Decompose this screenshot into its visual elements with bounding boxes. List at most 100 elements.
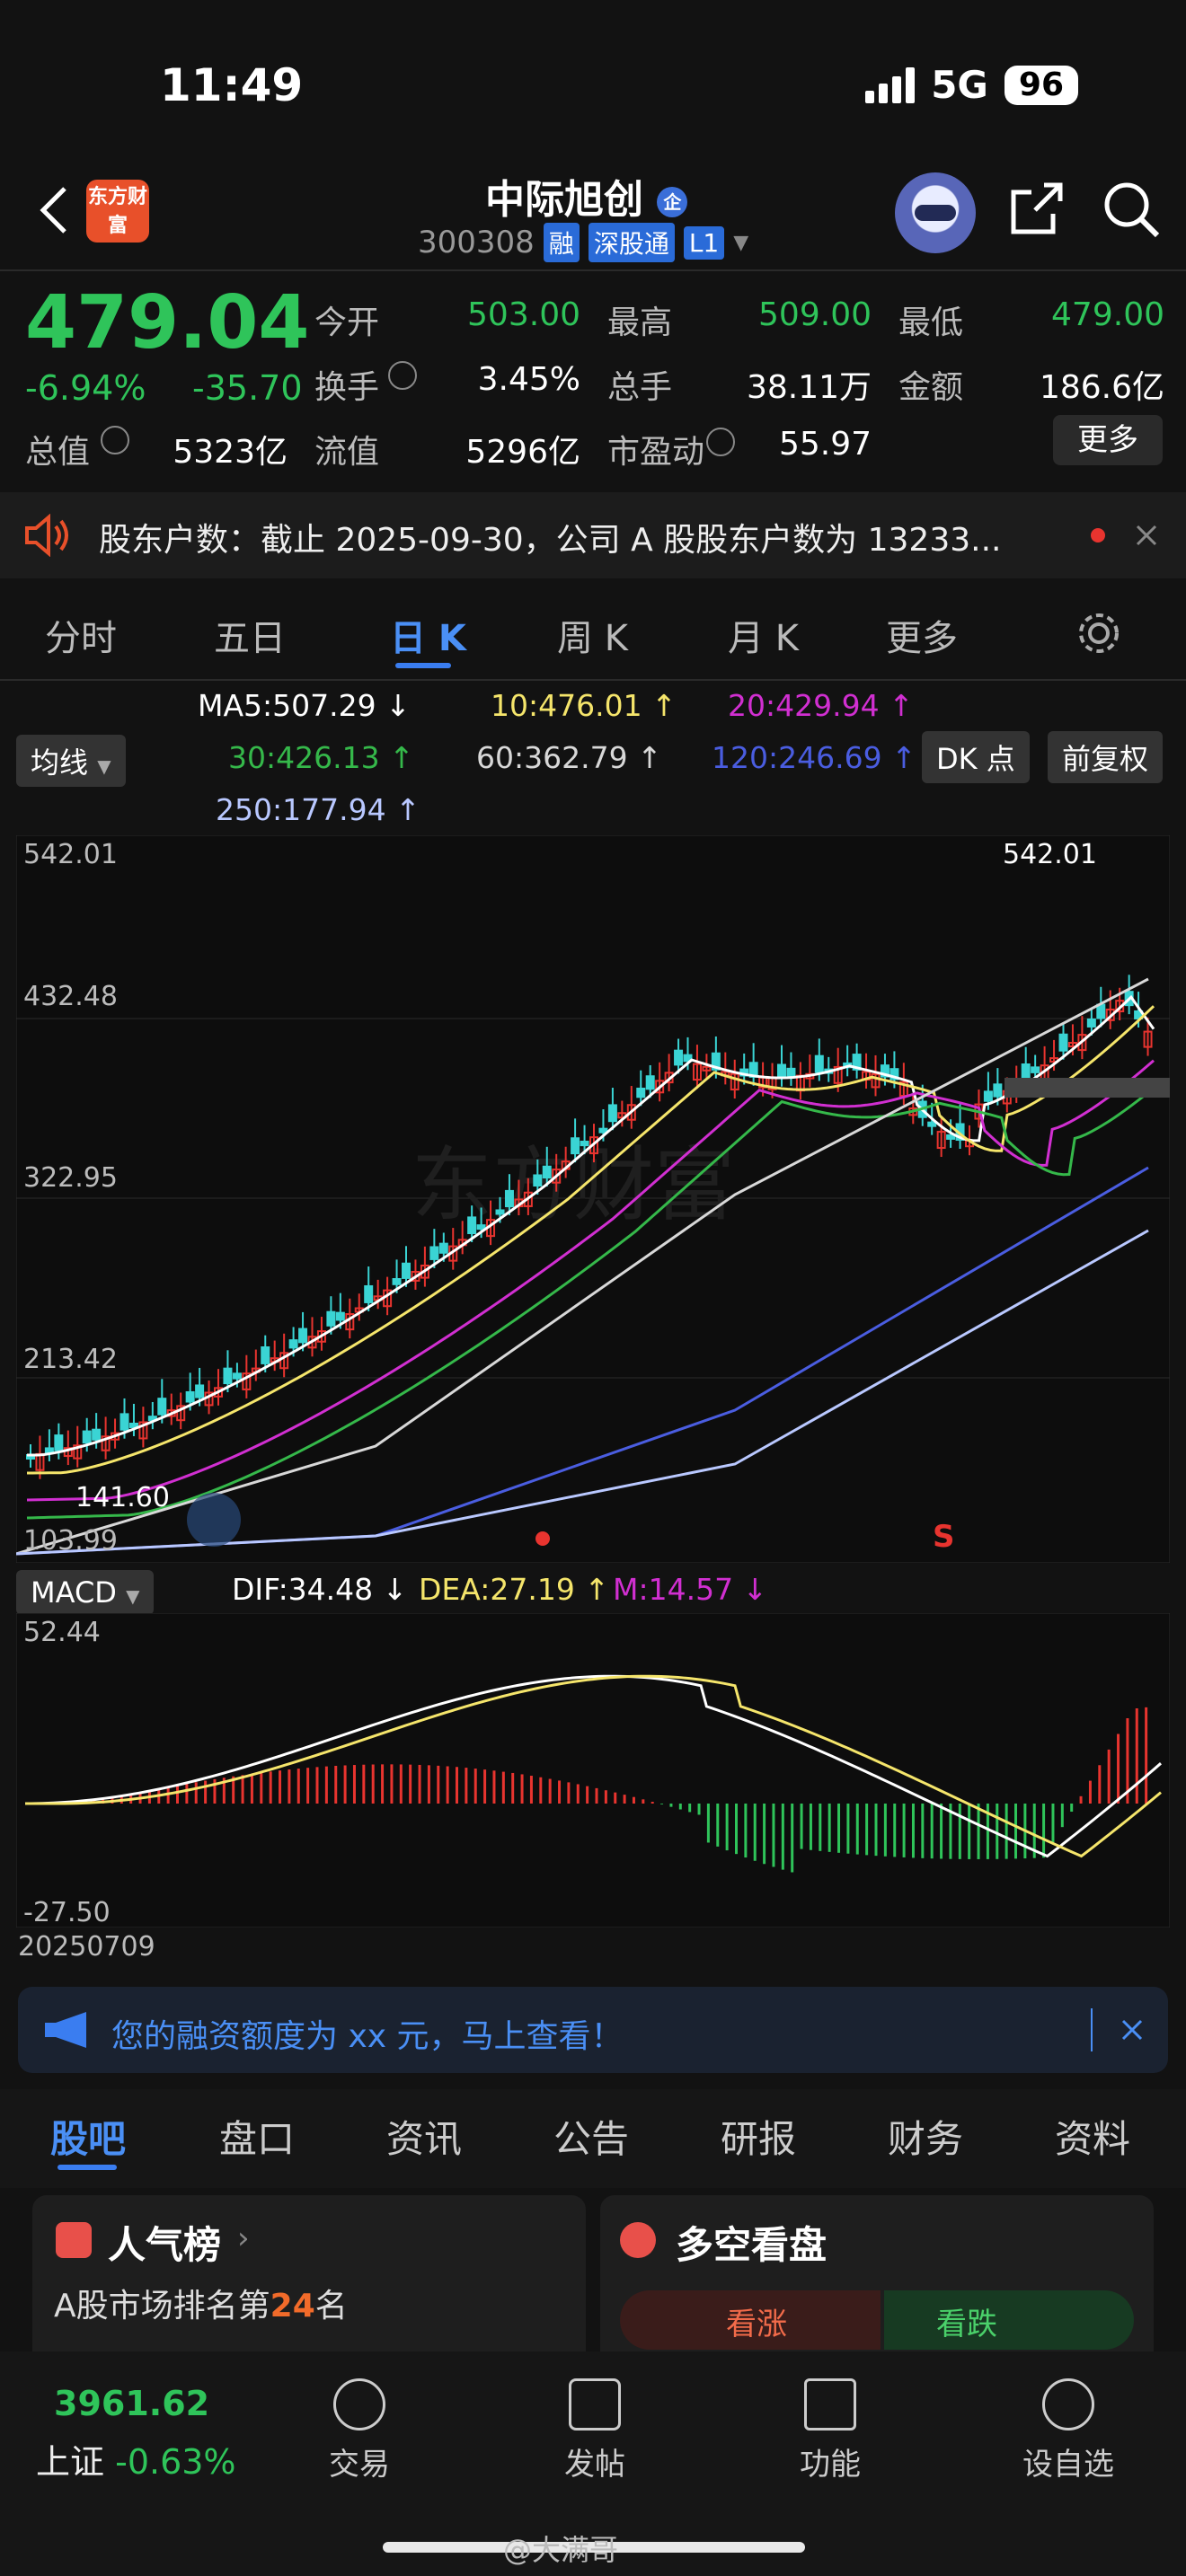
notice-bar[interactable]: 股东户数：截止 2025-09-30，公司 A 股股东户数为 13233... xyxy=(0,492,1186,578)
bearish-button[interactable]: 看跌 xyxy=(884,2290,1134,2350)
margin-badge: 融 xyxy=(543,223,580,262)
bullish-button[interactable]: 看涨 xyxy=(620,2290,881,2350)
candle xyxy=(814,1054,824,1073)
add-watchlist-button[interactable]: 设自选 xyxy=(1010,2378,1127,2483)
rank-number: 24 xyxy=(270,2288,315,2325)
adjust-button[interactable]: 前复权 xyxy=(1048,731,1164,783)
macd-chart[interactable] xyxy=(16,1613,1170,1928)
dif-label: DIF:34.48 ↓ xyxy=(232,1572,408,1607)
bottom-toolbar: 3961.62 上证 -0.63% 交易 发帖 功能 设自选 @大满哥 xyxy=(0,2351,1186,2576)
ma30-label: 30:426.13 ↑ xyxy=(228,740,414,775)
close-icon[interactable] xyxy=(1134,523,1159,548)
info-icon[interactable] xyxy=(706,428,735,456)
ma-selector[interactable]: 均线 ▼ xyxy=(16,735,126,787)
robot-avatar[interactable] xyxy=(895,172,976,253)
y-tick-2: 432.48 xyxy=(23,981,118,1012)
current-price: 479.04 xyxy=(25,280,310,366)
app-logo[interactable]: 东方财富 xyxy=(86,180,149,243)
index-value: 3961.62 xyxy=(54,2384,210,2423)
tab-intraday[interactable]: 分时 xyxy=(45,609,117,661)
candle xyxy=(429,1246,439,1260)
open-value: 503.00 xyxy=(467,296,580,333)
tab-news[interactable]: 资讯 xyxy=(386,2109,462,2164)
indicator-selector-label: MACD xyxy=(31,1575,117,1610)
candle xyxy=(533,1174,543,1187)
expand-chart-icon[interactable] xyxy=(187,1493,241,1547)
close-icon[interactable] xyxy=(1120,2017,1145,2042)
ma-selector-label: 均线 xyxy=(31,745,89,780)
back-button[interactable] xyxy=(36,183,72,237)
index-name: 上证 xyxy=(36,2442,105,2482)
pe-value: 55.97 xyxy=(778,426,872,463)
candle xyxy=(44,1447,54,1454)
max-price-label: 542.01 xyxy=(1003,839,1097,870)
post-button[interactable]: 发帖 xyxy=(550,2378,640,2483)
tab-monthly-k[interactable]: 月 K xyxy=(728,609,799,661)
divider xyxy=(1091,2008,1093,2051)
tab-guba[interactable]: 股吧 xyxy=(50,2109,126,2164)
candle xyxy=(185,1390,195,1403)
share-button[interactable] xyxy=(1008,180,1066,237)
tab-more[interactable]: 更多 xyxy=(886,609,958,661)
trade-button[interactable]: 交易 xyxy=(314,2378,404,2483)
candle xyxy=(1031,1066,1040,1073)
candle xyxy=(326,1310,336,1327)
enterprise-badge-icon: 企 xyxy=(657,187,688,217)
yuan-icon xyxy=(333,2378,385,2430)
tab-finance[interactable]: 财务 xyxy=(888,2109,963,2164)
chevron-left-icon xyxy=(40,187,66,234)
info-icon[interactable] xyxy=(101,426,129,454)
candle xyxy=(298,1328,308,1344)
macd-y-top: 52.44 xyxy=(23,1617,101,1648)
tab-daily-k[interactable]: 日 K xyxy=(390,609,466,661)
dk-button[interactable]: DK 点 xyxy=(922,731,1030,783)
search-icon xyxy=(1104,182,1160,238)
weibo-watermark: @大满哥 xyxy=(503,2533,619,2567)
sell-signal: S xyxy=(933,1519,955,1555)
network-label: 5G xyxy=(931,63,988,107)
battery-icon: 96 xyxy=(1004,65,1078,105)
stock-code-row[interactable]: 300308 融 深股通 L1 ▼ xyxy=(418,223,748,262)
search-button[interactable] xyxy=(1102,180,1161,239)
indicator-selector[interactable]: MACD ▼ xyxy=(16,1570,155,1615)
functions-label: 功能 xyxy=(800,2447,861,2483)
candle xyxy=(598,1127,608,1134)
candle xyxy=(54,1434,64,1451)
candle xyxy=(993,1083,1003,1098)
financing-banner[interactable]: 您的融资额度为 xx 元，马上查看！ xyxy=(18,1987,1168,2073)
more-button[interactable]: 更多 xyxy=(1053,415,1163,465)
m-label: M:14.57 ↓ xyxy=(613,1572,768,1607)
megaphone-icon xyxy=(45,2012,86,2048)
rank-suffix: 名 xyxy=(314,2288,348,2325)
info-icon[interactable] xyxy=(388,361,417,390)
index-row[interactable]: 上证 -0.63% xyxy=(36,2434,236,2483)
tab-announcements[interactable]: 公告 xyxy=(553,2109,629,2164)
tab-weekly-k[interactable]: 周 K xyxy=(557,609,628,661)
functions-button[interactable]: 功能 xyxy=(785,2378,875,2483)
candle xyxy=(288,1339,298,1349)
high-label: 最高 xyxy=(607,304,673,341)
macd-y-bottom: -27.50 xyxy=(23,1897,111,1928)
long-short-title: 多空看盘 xyxy=(676,2223,828,2267)
candle xyxy=(1086,1018,1096,1028)
popularity-card[interactable]: 人气榜 › A股市场排名第24名 xyxy=(32,2195,586,2375)
candle xyxy=(946,1134,956,1140)
candle xyxy=(1096,1003,1106,1019)
add-watchlist-label: 设自选 xyxy=(1022,2447,1114,2483)
candle xyxy=(119,1413,129,1431)
settings-gear-icon[interactable] xyxy=(1075,609,1123,657)
ma20-label: 20:429.94 ↑ xyxy=(728,688,914,723)
tab-five-day[interactable]: 五日 xyxy=(214,609,286,661)
candle xyxy=(542,1165,552,1179)
active-tab-indicator xyxy=(395,663,451,668)
start-date: 20250709 xyxy=(18,1931,155,1963)
edit-icon xyxy=(569,2378,621,2430)
bullish-label: 看涨 xyxy=(726,2307,787,2342)
versus-icon xyxy=(620,2222,656,2258)
candle xyxy=(571,1137,580,1155)
tab-research[interactable]: 研报 xyxy=(721,2109,796,2164)
tab-orderbook[interactable]: 盘口 xyxy=(219,2109,295,2164)
tab-profile[interactable]: 资料 xyxy=(1055,2109,1130,2164)
long-short-card[interactable]: 多空看盘 看涨 看跌 xyxy=(600,2195,1154,2375)
kline-chart[interactable]: 东方财富 S xyxy=(16,835,1170,1563)
